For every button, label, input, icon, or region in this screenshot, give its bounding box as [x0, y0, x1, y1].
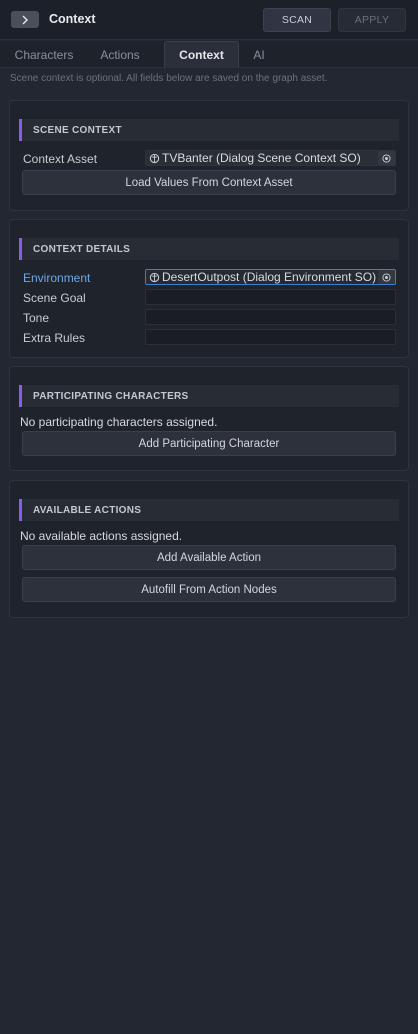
available-actions-card: AVAILABLE ACTIONS No available actions a…	[9, 480, 409, 618]
apply-button[interactable]: APPLY	[338, 8, 406, 32]
tab-bar: Characters Actions Context AI	[0, 41, 418, 68]
tab-context[interactable]: Context	[164, 41, 239, 68]
autofill-action-nodes-button[interactable]: Autofill From Action Nodes	[22, 577, 396, 602]
participating-characters-card: PARTICIPATING CHARACTERS No participatin…	[9, 366, 409, 471]
scriptable-object-icon	[149, 153, 160, 163]
environment-value: DesertOutpost (Dialog Environment SO)	[162, 270, 377, 284]
tab-ai[interactable]: AI	[246, 41, 272, 68]
scene-context-heading: SCENE CONTEXT	[19, 119, 399, 141]
object-picker-icon[interactable]	[378, 270, 395, 284]
scene-goal-input[interactable]	[145, 289, 396, 305]
context-asset-label: Context Asset	[23, 152, 98, 166]
environment-field[interactable]: DesertOutpost (Dialog Environment SO)	[145, 269, 396, 285]
scene-context-card: SCENE CONTEXT Context Asset TVBanter (Di…	[9, 100, 409, 211]
chevron-right-icon	[22, 15, 28, 24]
scene-goal-label: Scene Goal	[23, 291, 86, 305]
tab-characters[interactable]: Characters	[4, 41, 84, 68]
window-title: Context	[49, 12, 96, 26]
add-participating-character-button[interactable]: Add Participating Character	[22, 431, 396, 456]
context-asset-value: TVBanter (Dialog Scene Context SO)	[162, 151, 361, 165]
tone-label: Tone	[23, 311, 50, 325]
no-characters-message: No participating characters assigned.	[20, 415, 218, 429]
extra-rules-input[interactable]	[145, 329, 396, 345]
context-details-card: CONTEXT DETAILS Environment DesertOutpos…	[9, 219, 409, 358]
environment-label: Environment	[23, 271, 91, 285]
participating-characters-heading: PARTICIPATING CHARACTERS	[19, 385, 399, 407]
context-hint: Scene context is optional. All fields be…	[10, 73, 328, 84]
context-asset-field[interactable]: TVBanter (Dialog Scene Context SO)	[145, 150, 396, 166]
window-header: Context SCAN APPLY	[0, 0, 418, 40]
object-picker-icon[interactable]	[378, 151, 395, 165]
collapse-button[interactable]	[11, 11, 39, 28]
no-actions-message: No available actions assigned.	[20, 529, 183, 543]
tone-input[interactable]	[145, 309, 396, 325]
context-details-heading: CONTEXT DETAILS	[19, 238, 399, 260]
available-actions-heading: AVAILABLE ACTIONS	[19, 499, 399, 521]
scan-button[interactable]: SCAN	[263, 8, 331, 32]
add-available-action-button[interactable]: Add Available Action	[22, 545, 396, 570]
tab-actions[interactable]: Actions	[89, 41, 151, 68]
load-values-button[interactable]: Load Values From Context Asset	[22, 170, 396, 195]
extra-rules-label: Extra Rules	[23, 331, 86, 345]
scriptable-object-icon	[149, 272, 160, 282]
